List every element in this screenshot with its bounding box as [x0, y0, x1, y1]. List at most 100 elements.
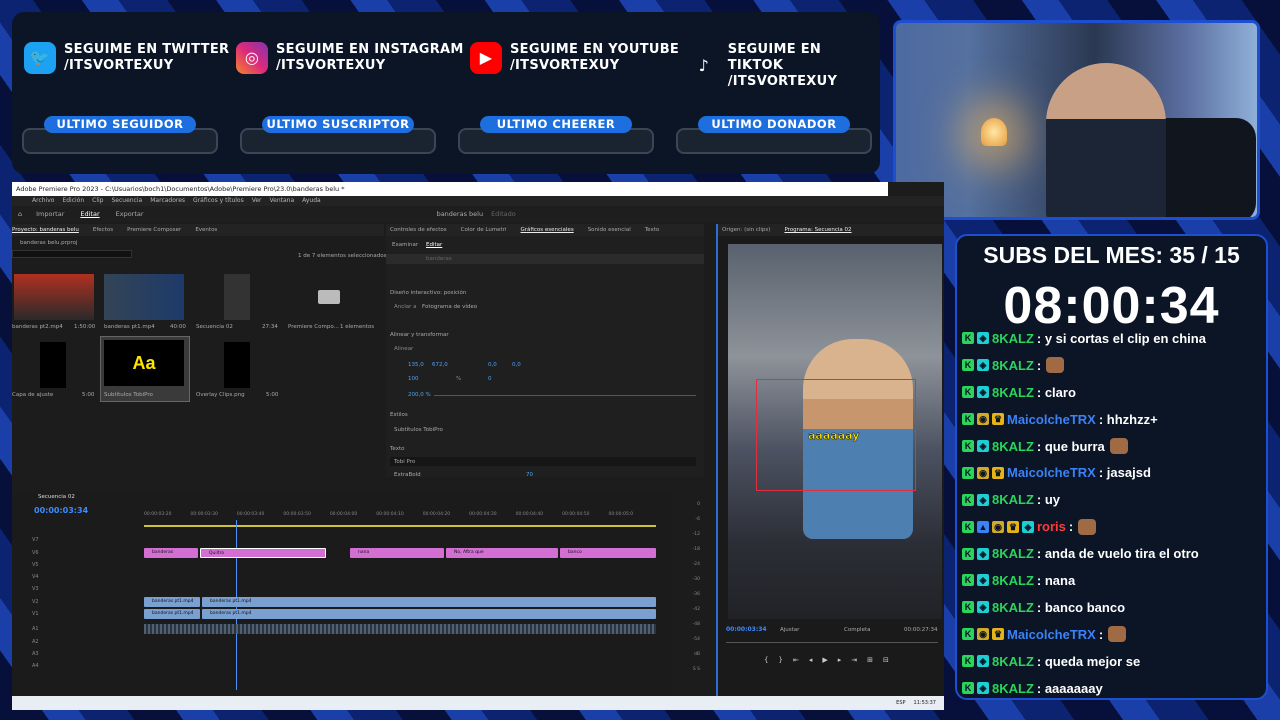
tab-programa[interactable]: Programa: Secuencia 02	[784, 227, 851, 233]
tab-proyecto[interactable]: Proyecto: banderas belu	[12, 227, 79, 233]
badge-icon: ◈	[977, 547, 989, 560]
eg-rot[interactable]: 0,0	[488, 362, 497, 368]
social-handle: /ITSVORTEXUY	[276, 58, 386, 73]
eg-rot2[interactable]: 0,0	[512, 362, 521, 368]
thumb-subtitulos[interactable]: Aa	[104, 340, 184, 386]
home-icon[interactable]: ⌂	[12, 210, 28, 218]
tab-editar[interactable]: Editar	[72, 210, 107, 218]
eg-zoom[interactable]: 200,0 %	[408, 392, 431, 398]
eg-style-value[interactable]: Subtítulos TobiPro	[394, 427, 443, 433]
tab-exportar[interactable]: Exportar	[108, 210, 152, 218]
item-name: Premiere Compo...	[288, 324, 339, 330]
chat-username[interactable]: 8KALZ	[992, 385, 1034, 400]
meter-label: -24	[692, 562, 700, 567]
tab-texto[interactable]: Texto	[645, 227, 660, 233]
program-timecode[interactable]: 00:00:03:34	[726, 626, 767, 633]
clip-v2-b[interactable]: banderas pt1.mp4	[202, 597, 656, 607]
clip-v1-b[interactable]: banderas pt1.mp4	[202, 609, 656, 619]
clock[interactable]: 11:53:37	[914, 700, 936, 706]
chat-username[interactable]: 8KALZ	[992, 600, 1034, 615]
chat-username[interactable]: 8KALZ	[992, 546, 1034, 561]
eg-pos-x[interactable]: 135,0	[408, 362, 424, 368]
ruler-label: 00:00:05:0	[608, 512, 634, 517]
eg-font-select[interactable]	[390, 457, 696, 466]
playback-scrubber[interactable]	[726, 642, 938, 643]
ruler-label: 00:00:03:50	[283, 512, 311, 517]
chat-username[interactable]: 8KALZ	[992, 331, 1034, 346]
chat-username[interactable]: 8KALZ	[992, 358, 1034, 373]
clip-v2-a[interactable]: banderas pt1.mp4	[144, 597, 200, 607]
clip-banderas[interactable]: banderas	[144, 548, 198, 558]
mark-out-icon[interactable]: }	[778, 656, 782, 664]
chat-username[interactable]: 8KALZ	[992, 654, 1034, 669]
timeline-panel: Secuencia 02 00:00:03:34 00:00:03:20 00:…	[12, 492, 700, 700]
go-to-in-icon[interactable]: ⇤	[793, 656, 799, 664]
eg-weight[interactable]: ExtraBold	[394, 472, 421, 478]
menu-clip[interactable]: Clip	[92, 196, 103, 206]
clip-quiltro[interactable]: Quiltro	[200, 548, 326, 558]
chat-username[interactable]: MaicolcheTRX	[1007, 627, 1096, 642]
thumb-capa-ajuste[interactable]	[40, 342, 66, 388]
mark-in-icon[interactable]: {	[764, 656, 768, 664]
tab-graficos[interactable]: Gráficos esenciales	[521, 227, 574, 233]
eg-zoom-slider[interactable]	[434, 395, 696, 396]
chat-username[interactable]: 8KALZ	[992, 681, 1034, 696]
eg-editar[interactable]: Editar	[426, 242, 442, 248]
project-search-input[interactable]	[12, 250, 132, 258]
clip-v1-a[interactable]: banderas pt1.mp4	[144, 609, 200, 619]
clip-banco[interactable]: banco	[560, 548, 656, 558]
language-indicator[interactable]: ESP	[896, 700, 905, 706]
eg-pos-y[interactable]: 672,0	[432, 362, 448, 368]
tab-composer[interactable]: Premiere Composer	[127, 227, 181, 233]
thumb-banderas-pt2[interactable]	[14, 274, 94, 320]
play-icon[interactable]: ▶	[822, 656, 827, 664]
menu-secuencia[interactable]: Secuencia	[112, 196, 143, 206]
tab-origen[interactable]: Origen: (sin clips)	[722, 227, 770, 233]
chat-username[interactable]: 8KALZ	[992, 573, 1034, 588]
go-to-out-icon[interactable]: ⇥	[851, 656, 857, 664]
work-area-bar[interactable]	[144, 525, 656, 527]
menu-ayuda[interactable]: Ayuda	[302, 196, 321, 206]
thumb-overlay[interactable]	[224, 342, 250, 388]
menu-ventana[interactable]: Ventana	[270, 196, 295, 206]
eg-opacity[interactable]: 0	[488, 376, 492, 382]
time-ruler[interactable]: 00:00:03:20 00:00:03:30 00:00:03:40 00:0…	[144, 512, 633, 517]
menu-marcadores[interactable]: Marcadores	[150, 196, 185, 206]
thumb-banderas-pt1[interactable]	[104, 274, 184, 320]
fit-select[interactable]: Ajustar	[780, 627, 799, 633]
chat-username[interactable]: roris	[1037, 519, 1066, 534]
sequence-name[interactable]: Secuencia 02	[38, 494, 75, 500]
eg-examinar[interactable]: Examinar	[392, 242, 418, 248]
tab-importar[interactable]: Importar	[28, 210, 72, 218]
chat-username[interactable]: MaicolcheTRX	[1007, 412, 1096, 427]
chat-username[interactable]: 8KALZ	[992, 492, 1034, 507]
overwrite-icon[interactable]: ⊟	[883, 656, 889, 664]
chat-username[interactable]: 8KALZ	[992, 439, 1034, 454]
menu-edicion[interactable]: Edición	[62, 196, 84, 206]
tab-efectos[interactable]: Efectos	[93, 227, 113, 233]
step-forward-icon[interactable]: ▸	[838, 656, 842, 664]
clip-nana[interactable]: nana	[350, 548, 444, 558]
tab-sonido[interactable]: Sonido esencial	[588, 227, 631, 233]
sequence-timecode[interactable]: 00:00:03:34	[34, 506, 88, 515]
ruler-label: 00:00:03:20	[144, 512, 172, 517]
insert-icon[interactable]: ⊞	[867, 656, 873, 664]
chat-username[interactable]: MaicolcheTRX	[1007, 465, 1096, 480]
folder-icon[interactable]	[318, 290, 340, 304]
tab-lumetri[interactable]: Color de Lumetri	[461, 227, 507, 233]
menu-graficos[interactable]: Gráficos y títulos	[193, 196, 244, 206]
social-handle: /ITSVORTEXUY	[727, 74, 838, 89]
quality-select[interactable]: Completa	[844, 627, 871, 633]
eg-anchor-value[interactable]: Fotograma de vídeo	[422, 304, 477, 310]
step-back-icon[interactable]: ◂	[809, 656, 813, 664]
eg-scale[interactable]: 100	[408, 376, 419, 382]
clip-no-aftra[interactable]: No, Aftra que	[446, 548, 558, 558]
tab-eventos[interactable]: Eventos	[195, 227, 217, 233]
menu-ver[interactable]: Ver	[252, 196, 262, 206]
menu-archivo[interactable]: Archivo	[32, 196, 54, 206]
thumb-secuencia-02[interactable]	[224, 274, 250, 320]
eg-size[interactable]: 70	[526, 472, 533, 478]
audio-waveform[interactable]	[144, 624, 656, 634]
tab-controles[interactable]: Controles de efectos	[390, 227, 447, 233]
caption-text[interactable]: aaaaaay	[808, 429, 860, 442]
